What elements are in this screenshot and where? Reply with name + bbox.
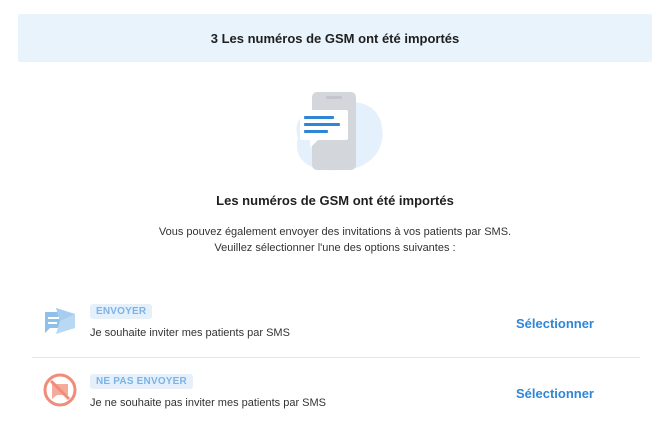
phone-message-icon: [296, 92, 383, 171]
badge-no-send: NE PAS ENVOYER: [90, 374, 193, 389]
page-description: Vous pouvez également envoyer des invita…: [0, 224, 670, 256]
page-heading: Les numéros de GSM ont été importés: [216, 193, 454, 208]
option-no-send-text: Je ne souhaite pas inviter mes patients …: [90, 397, 327, 409]
option-divider: [32, 357, 640, 358]
badge-send: ENVOYER: [90, 304, 153, 319]
description-line-1: Vous pouvez également envoyer des invita…: [158, 226, 512, 238]
select-no-send-button[interactable]: Sélectionner: [516, 386, 594, 401]
option-send[interactable]: ENVOYER Je souhaite inviter mes patients…: [32, 296, 640, 352]
import-confirmation-page: 3 Les numéros de GSM ont été importés Le…: [0, 0, 670, 440]
banner-message: 3 Les numéros de GSM ont été importés: [210, 30, 460, 46]
select-send-button[interactable]: Sélectionner: [516, 316, 594, 331]
no-message-icon: [42, 372, 78, 408]
send-message-icon: [42, 302, 78, 338]
import-banner: 3 Les numéros de GSM ont été importés: [18, 14, 652, 62]
option-no-send[interactable]: NE PAS ENVOYER Je ne souhaite pas invite…: [32, 366, 640, 422]
description-line-2: Veuillez sélectionner l'une des options …: [214, 242, 456, 254]
option-send-text: Je souhaite inviter mes patients par SMS: [90, 327, 290, 339]
phone-message-illustration: [280, 86, 390, 176]
